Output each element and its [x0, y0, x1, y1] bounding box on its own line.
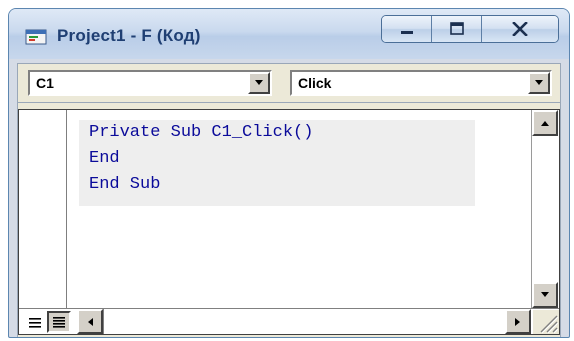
- down-arrow-icon: [541, 292, 549, 297]
- code-line: End: [89, 149, 120, 168]
- scroll-left-button[interactable]: [77, 309, 103, 334]
- resize-grip-icon: [540, 315, 559, 334]
- title-bar[interactable]: Project1 - F (Код): [9, 9, 569, 59]
- full-module-view-icon: [53, 317, 65, 328]
- code-frame: Private Sub C1_Click() End End Sub: [18, 109, 560, 335]
- up-arrow-icon: [541, 121, 549, 126]
- procedure-combo-dropdown-button[interactable]: [528, 72, 550, 94]
- scroll-down-button[interactable]: [532, 282, 558, 308]
- down-arrow-icon: [535, 80, 543, 85]
- code-window: Project1 - F (Код) C1 Click Private Sub …: [8, 8, 570, 338]
- vb-code-window-icon: [25, 29, 47, 45]
- scroll-right-button[interactable]: [505, 309, 531, 334]
- object-combo-dropdown-button[interactable]: [248, 72, 270, 94]
- code-line: Private Sub C1_Click(): [89, 123, 314, 142]
- procedure-view-button[interactable]: [23, 311, 47, 333]
- procedure-view-icon: [29, 318, 41, 328]
- minimize-button[interactable]: [382, 16, 432, 42]
- code-toolbar: C1 Click: [17, 63, 561, 103]
- minimize-icon: [400, 31, 413, 34]
- object-combo[interactable]: C1: [28, 70, 272, 96]
- close-button[interactable]: [482, 16, 558, 42]
- vertical-scrollbar[interactable]: [531, 110, 559, 308]
- horizontal-scroll-track[interactable]: [103, 309, 505, 334]
- maximize-button[interactable]: [432, 16, 482, 42]
- close-icon: [512, 22, 528, 36]
- window-title: Project1 - F (Код): [57, 26, 201, 45]
- code-editor[interactable]: Private Sub C1_Click() End End Sub: [79, 120, 475, 206]
- window-controls: [381, 15, 559, 43]
- down-arrow-icon: [255, 80, 263, 85]
- scroll-up-button[interactable]: [532, 110, 558, 136]
- left-arrow-icon: [88, 317, 93, 326]
- maximize-icon: [449, 22, 464, 35]
- procedure-combo-value: Click: [298, 75, 332, 91]
- right-arrow-icon: [515, 317, 520, 326]
- full-module-view-button[interactable]: [47, 311, 71, 333]
- editor-area: Private Sub C1_Click() End End Sub: [17, 103, 561, 337]
- margin-indicator-bar[interactable]: [19, 110, 67, 308]
- procedure-combo[interactable]: Click: [290, 70, 552, 96]
- resize-grip[interactable]: [533, 310, 559, 334]
- bottom-bar: [19, 308, 559, 334]
- code-line: End Sub: [89, 175, 161, 194]
- object-combo-value: C1: [36, 75, 54, 91]
